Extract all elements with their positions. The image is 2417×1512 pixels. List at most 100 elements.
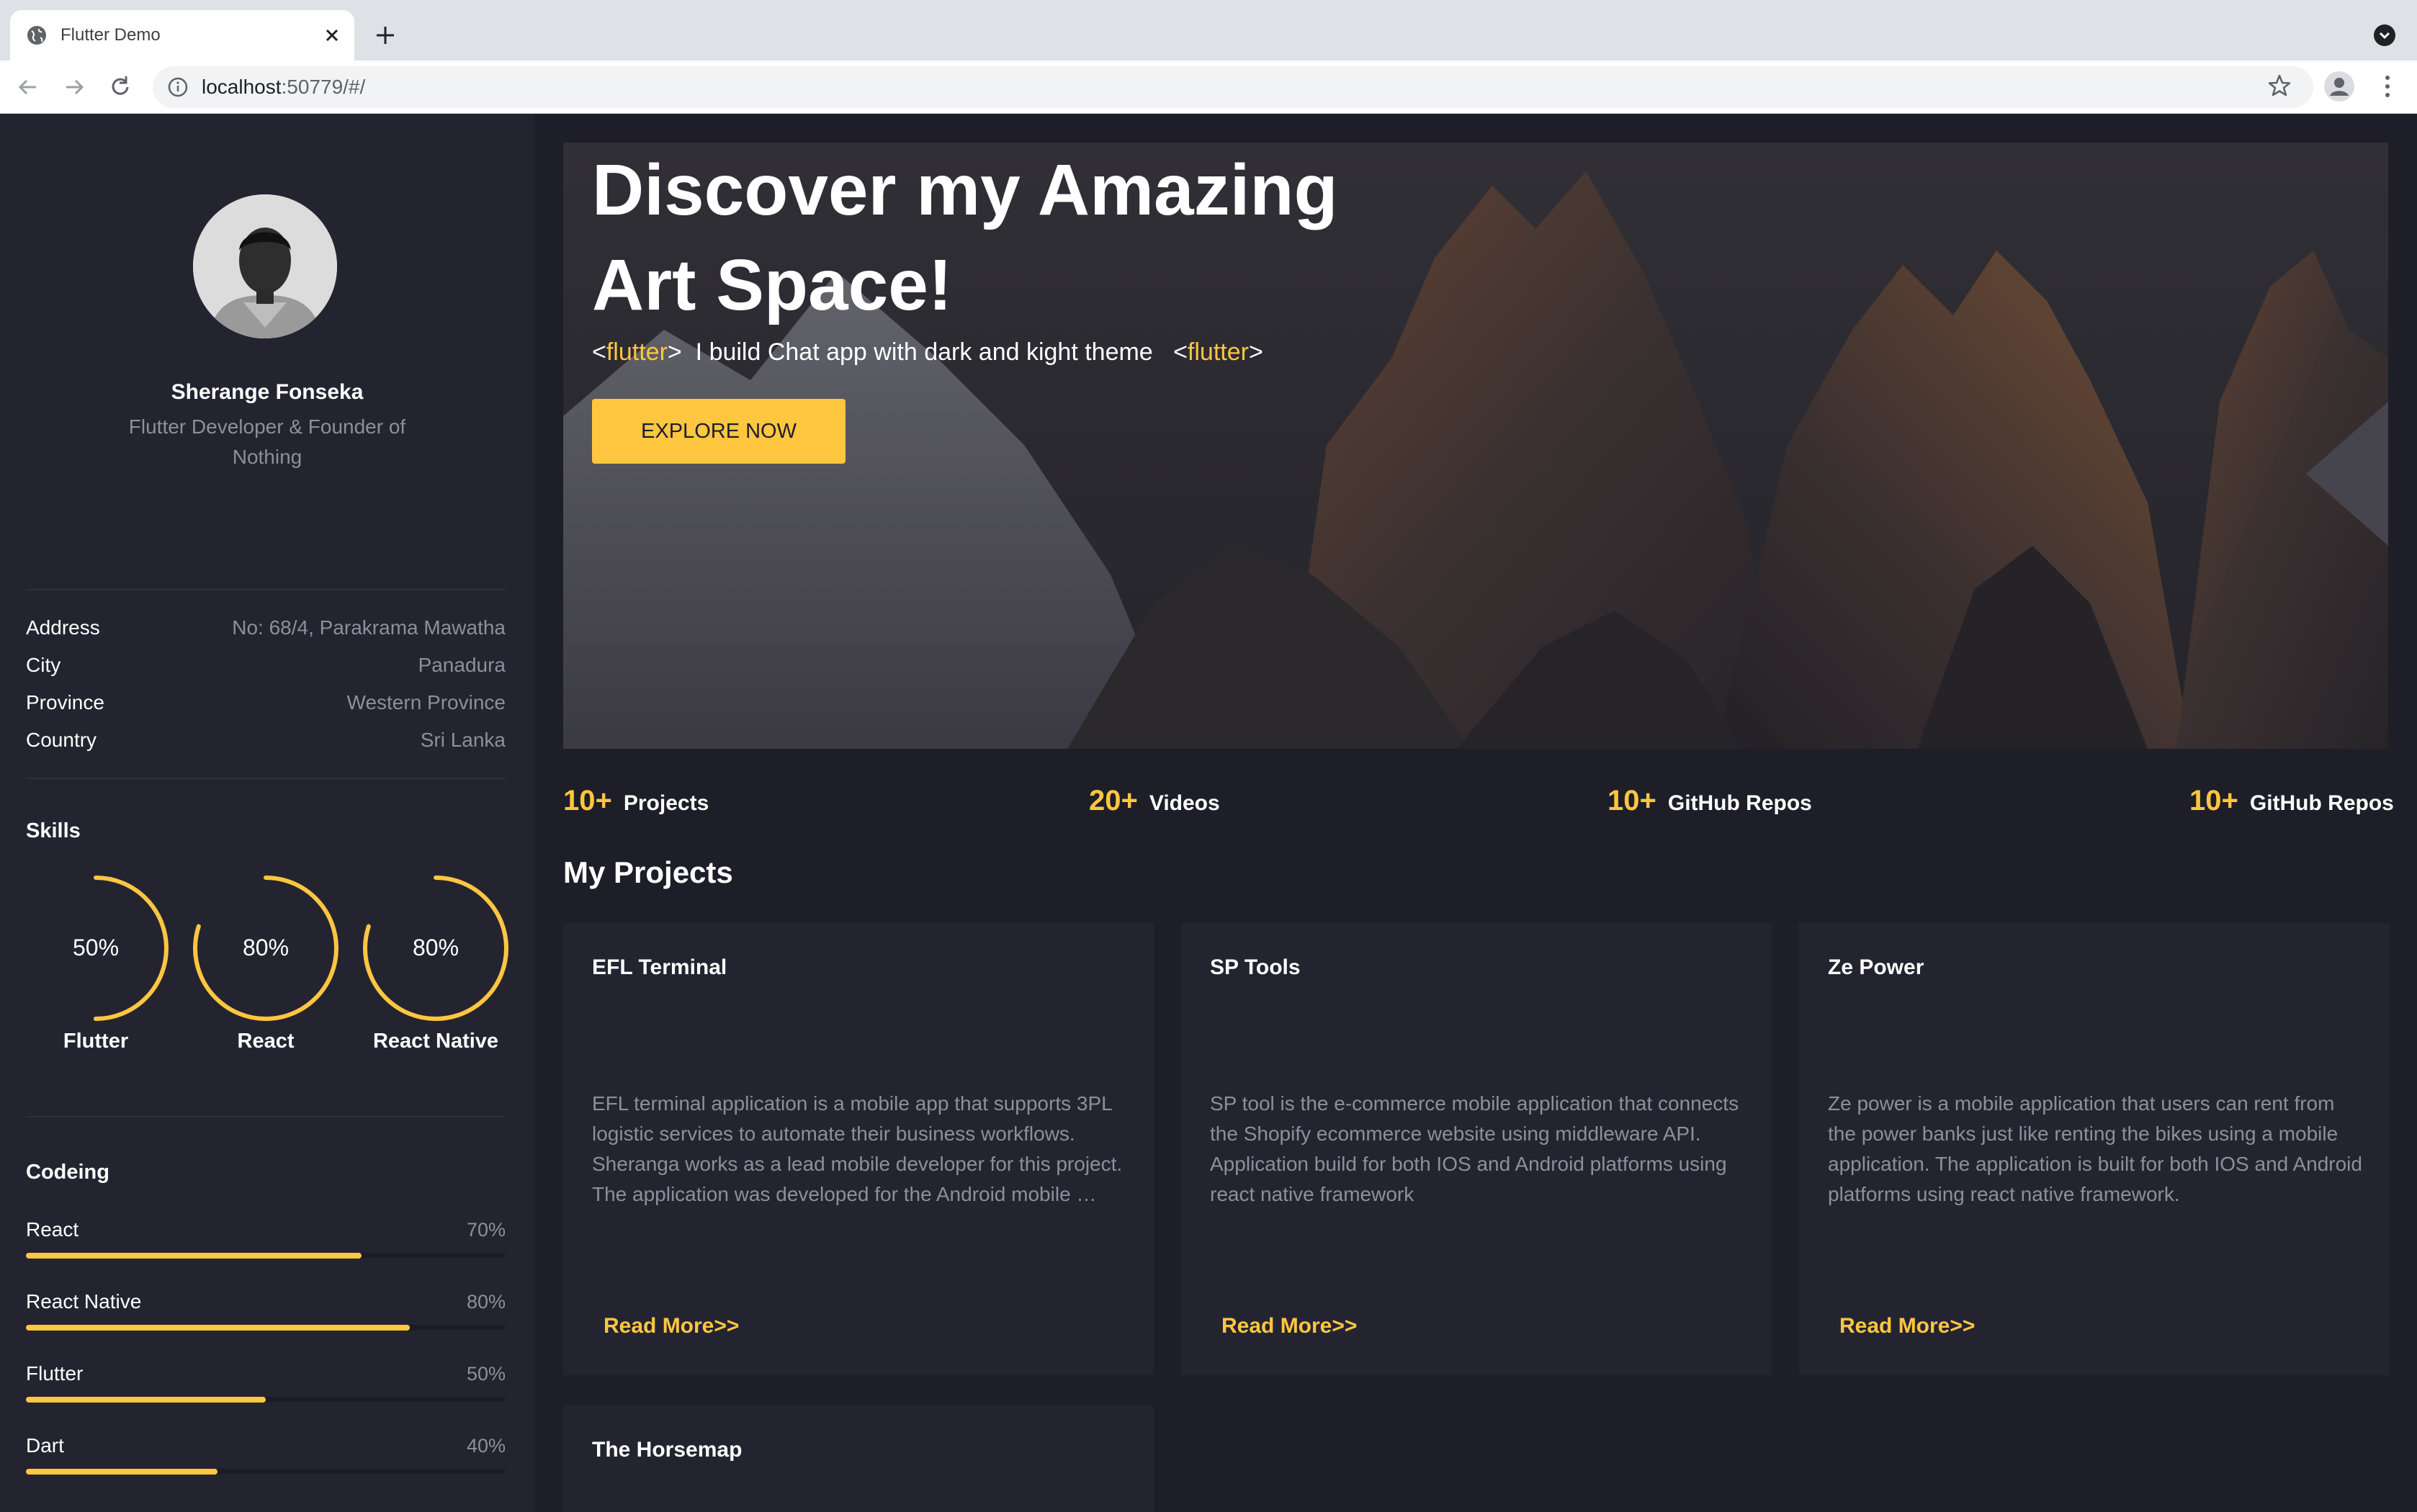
tag-word: flutter xyxy=(606,338,668,366)
address-bar[interactable]: localhost:50779/#/ xyxy=(153,66,2313,108)
tab-strip: Flutter Demo xyxy=(0,0,2417,60)
coding-label: React xyxy=(26,1218,79,1241)
more-menu-icon[interactable] xyxy=(2378,72,2397,101)
divider xyxy=(26,589,506,590)
skill-percent: 50% xyxy=(72,935,120,960)
reload-icon[interactable] xyxy=(107,73,134,101)
skills-title: Skills xyxy=(26,819,81,842)
coding-progress-fill xyxy=(26,1325,410,1331)
profile-role: Flutter Developer & Founder of Nothing xyxy=(128,415,406,468)
stat-number: 10+ xyxy=(563,785,612,816)
coding-row-react-native: React Native 80% xyxy=(26,1289,506,1332)
info-value: Panadura xyxy=(418,654,506,676)
coding-progress-fill xyxy=(26,1397,266,1403)
stat-projects: 10+ Projects xyxy=(563,780,709,821)
sidebar: Sherange Fonseka Flutter Developer & Fou… xyxy=(0,114,534,1512)
globe-icon xyxy=(27,26,46,45)
site-info-icon[interactable] xyxy=(167,76,189,98)
coding-label: Flutter xyxy=(26,1362,84,1385)
info-label: Address xyxy=(26,616,100,639)
browser-chrome: Flutter Demo localhost:50779/#/ xyxy=(0,0,2417,114)
url-path: :50779/#/ xyxy=(281,76,366,98)
project-card: The Horsemap xyxy=(563,1405,1154,1512)
project-card: EFL Terminal EFL terminal application is… xyxy=(563,923,1154,1375)
skill-percent: 80% xyxy=(412,935,459,960)
info-label: City xyxy=(26,654,61,676)
info-label: Province xyxy=(26,691,104,714)
info-row-address: Address No: 68/4, Parakrama Mawatha xyxy=(26,612,506,644)
hero-title-line1: Discover my Amazing xyxy=(592,150,1338,230)
coding-percent: 70% xyxy=(466,1219,506,1241)
profile-name: Sherange Fonseka xyxy=(171,380,364,404)
hero-title-line2: Art Space! xyxy=(592,245,953,325)
coding-progress-fill xyxy=(26,1253,362,1259)
new-tab-icon[interactable] xyxy=(372,22,399,49)
stat-label: Projects xyxy=(623,791,709,815)
info-label: Country xyxy=(26,729,97,751)
skill-react: 80% React xyxy=(190,873,341,1060)
page-content: Sherange Fonseka Flutter Developer & Fou… xyxy=(0,114,2417,1512)
url-host: localhost xyxy=(202,76,282,98)
coding-percent: 40% xyxy=(466,1435,506,1457)
info-value: Sri Lanka xyxy=(420,729,506,751)
skill-flutter: 50% Flutter xyxy=(20,873,171,1060)
project-title: SP Tools xyxy=(1210,955,1301,979)
url-text: localhost:50779/#/ xyxy=(202,74,365,100)
tag-close: > xyxy=(667,338,682,366)
coding-progress-track xyxy=(26,1253,506,1259)
project-description: SP tool is the e-commerce mobile applica… xyxy=(1210,1092,1739,1205)
browser-tab[interactable]: Flutter Demo xyxy=(10,10,354,60)
coding-percent: 50% xyxy=(466,1363,506,1385)
bookmark-star-icon[interactable] xyxy=(2266,72,2293,99)
tag-open: < xyxy=(592,338,606,366)
tag-open: < xyxy=(1173,338,1188,366)
divider xyxy=(26,1116,506,1117)
skill-name: React Native xyxy=(372,1030,499,1053)
read-more-link[interactable]: Read More>> xyxy=(1839,1310,1975,1342)
skill-name: Flutter xyxy=(63,1030,129,1053)
browser-toolbar: localhost:50779/#/ xyxy=(0,60,2417,114)
project-description: EFL terminal application is a mobile app… xyxy=(592,1092,1123,1205)
hero-subtitle: <flutter> I build Chat app with dark and… xyxy=(592,336,1263,369)
project-title: The Horsemap xyxy=(592,1438,743,1462)
skill-react-native: 80% React Native xyxy=(360,873,511,1060)
stat-videos: 20+ Videos xyxy=(1089,780,1220,821)
stat-label: GitHub Repos xyxy=(2249,791,2394,815)
coding-progress-fill xyxy=(26,1469,218,1475)
stat-github-repos: 10+ GitHub Repos xyxy=(1607,780,1812,821)
projects-title: My Projects xyxy=(563,855,733,889)
close-tab-icon[interactable] xyxy=(320,23,344,48)
stat-number: 10+ xyxy=(1607,785,1656,816)
info-value: No: 68/4, Parakrama Mawatha xyxy=(232,616,506,639)
info-value: Western Province xyxy=(346,691,506,714)
info-row-city: City Panadura xyxy=(26,649,506,681)
project-card: Ze Power Ze power is a mobile applicatio… xyxy=(1799,923,2390,1375)
project-title: EFL Terminal xyxy=(592,955,727,979)
tab-search-icon[interactable] xyxy=(2372,23,2397,48)
read-more-link[interactable]: Read More>> xyxy=(604,1310,739,1342)
explore-now-button[interactable]: EXPLORE NOW xyxy=(592,399,846,464)
profile-photo xyxy=(193,194,337,338)
project-description: Ze power is a mobile application that us… xyxy=(1828,1092,2362,1205)
back-arrow-icon[interactable] xyxy=(14,73,42,101)
stat-number: 10+ xyxy=(2189,785,2238,816)
coding-title: Codeing xyxy=(26,1161,109,1184)
hero-title: Discover my Amazing Art Space! xyxy=(592,143,1456,333)
skill-name: React xyxy=(237,1030,295,1053)
coding-progress-track xyxy=(26,1397,506,1403)
stat-label: Videos xyxy=(1149,791,1220,815)
info-row-country: Country Sri Lanka xyxy=(26,724,506,756)
tab-title: Flutter Demo xyxy=(60,25,161,45)
project-title: Ze Power xyxy=(1828,955,1924,979)
hero-banner: Discover my Amazing Art Space! <flutter>… xyxy=(563,143,2388,749)
coding-row-dart: Dart 40% xyxy=(26,1433,506,1476)
coding-progress-track xyxy=(26,1325,506,1331)
tag-word: flutter xyxy=(1187,338,1249,366)
read-more-link[interactable]: Read More>> xyxy=(1221,1310,1357,1342)
coding-percent: 80% xyxy=(466,1291,506,1313)
forward-arrow-icon[interactable] xyxy=(60,73,88,101)
skill-percent: 80% xyxy=(242,935,290,960)
avatar xyxy=(193,194,337,338)
coding-progress-track xyxy=(26,1469,506,1475)
profile-avatar-icon[interactable] xyxy=(2323,71,2355,102)
